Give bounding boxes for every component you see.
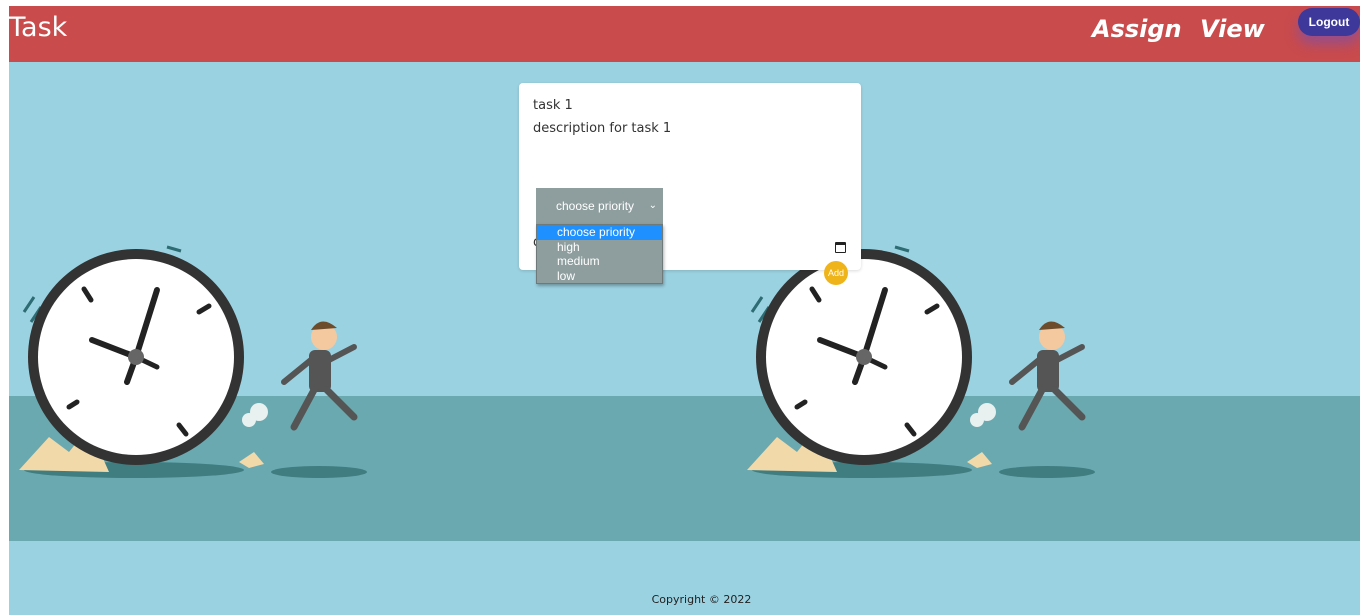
clock-illustration-right [747,245,1095,478]
nav-view-link[interactable]: View [1200,15,1265,43]
chevron-down-icon: ⌄ [648,200,657,211]
calendar-icon[interactable] [835,242,846,253]
priority-select-value: choose priority [556,199,635,213]
brand-title[interactable]: Task [9,12,67,43]
top-navbar: Task Assign View Logout [9,6,1360,62]
priority-dropdown: choose priority high medium low [536,224,663,284]
clock-illustration [19,245,367,478]
priority-option-choose[interactable]: choose priority [537,225,662,240]
priority-option-low[interactable]: low [537,269,662,284]
add-button[interactable]: Add [824,261,848,285]
priority-option-medium[interactable]: medium [537,254,662,269]
nav-assign-link[interactable]: Assign [1092,15,1182,43]
priority-select[interactable]: choose priority ⌄ [536,188,663,224]
app-frame: Task Assign View Logout task 1 descripti… [9,6,1360,615]
task-title-input[interactable]: task 1 [533,98,843,113]
copyright-footer: Copyright © 2022 [651,593,752,606]
priority-option-high[interactable]: high [537,240,662,255]
logout-button[interactable]: Logout [1298,8,1360,36]
task-description-textarea[interactable]: description for task 1 [533,121,843,136]
